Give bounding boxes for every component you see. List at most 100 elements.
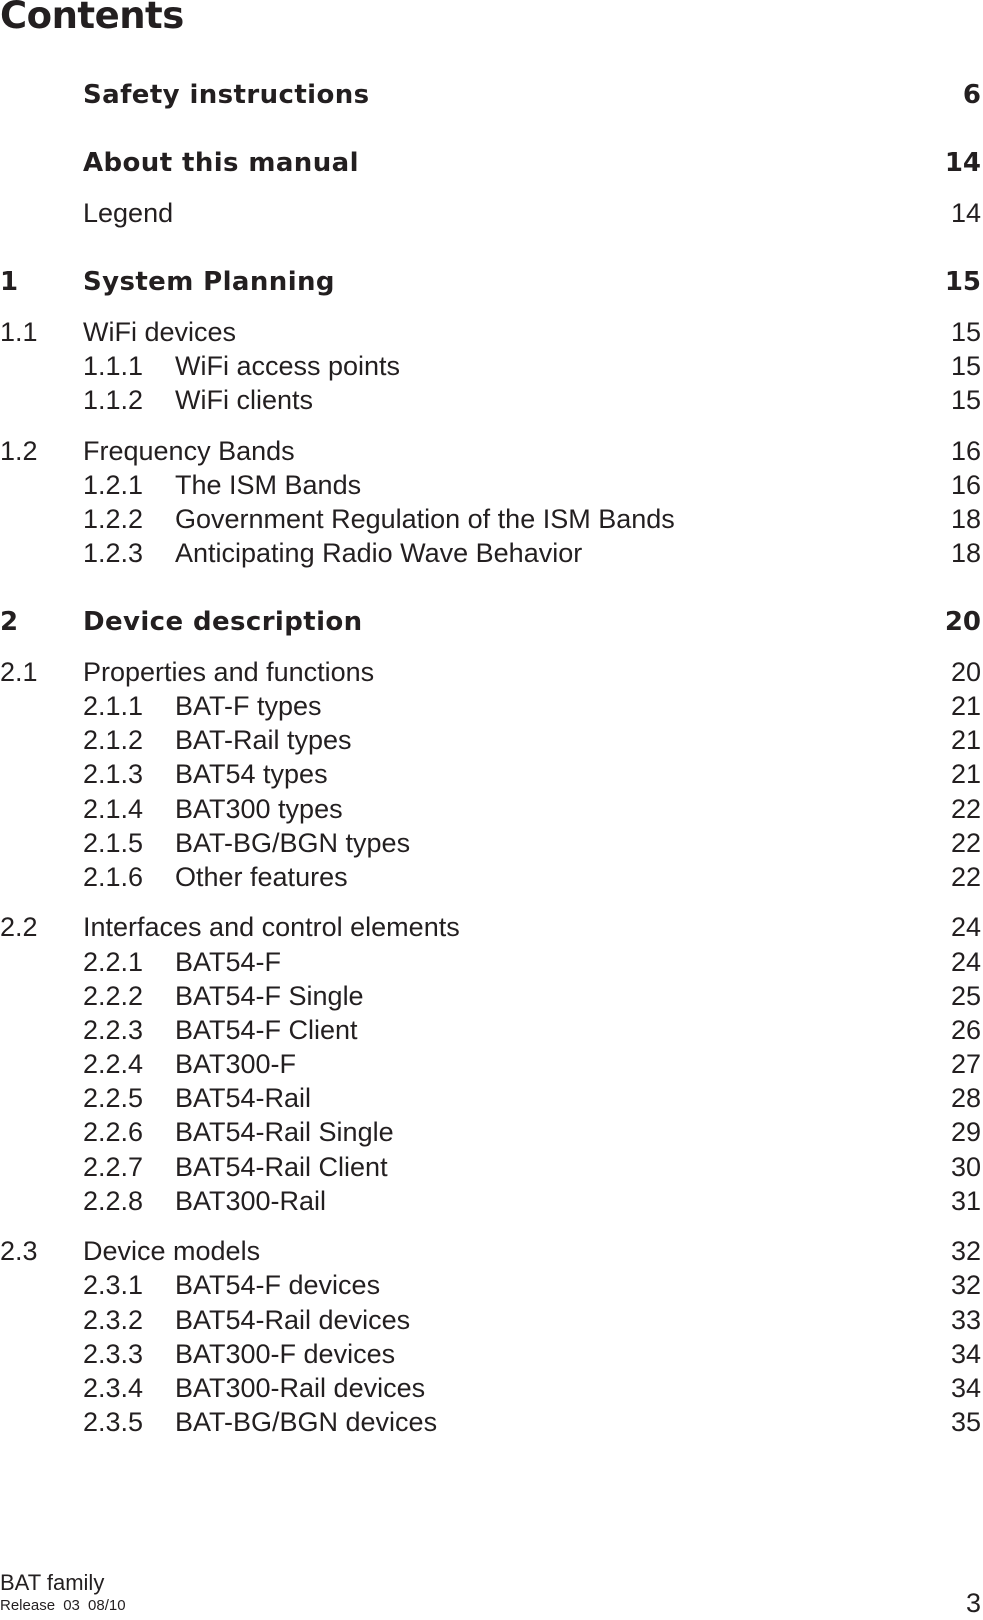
toc-entry[interactable]: 2.1.3 BAT54 types 21 [0,757,983,791]
toc-entry-title[interactable]: System Planning [83,265,335,299]
toc-entry-title[interactable]: WiFi clients [175,383,313,417]
toc-entry[interactable]: 2.1.4 BAT300 types 22 [0,792,983,826]
toc-entry-title[interactable]: Legend [83,196,173,230]
toc-entry[interactable]: 2.2.5 BAT54-Rail 28 [0,1081,983,1115]
toc-entry-page: 22 [950,794,981,824]
toc-entry[interactable]: 2.1.1 BAT-F types 21 [0,689,983,723]
toc-entry-title[interactable]: BAT300-F [175,1047,296,1081]
toc-entry-page: 20 [944,607,981,637]
toc-entry-number: 2.1.2 [83,725,144,755]
toc-entry-number: 2.2.1 [83,947,144,977]
toc-entry-title[interactable]: BAT300-Rail [175,1184,326,1218]
toc-entry-page: 32 [950,1270,981,1300]
toc-heading[interactable]: 1 System Planning 15 [0,265,983,299]
toc-entry-title[interactable]: BAT54-Rail devices [175,1303,410,1337]
toc-entry[interactable]: 2.2.6 BAT54-Rail Single 29 [0,1115,983,1149]
toc-entry[interactable]: 2.3.3 BAT300-F devices 34 [0,1337,983,1371]
toc-entry-title[interactable]: BAT300-F devices [175,1337,395,1371]
toc-entry-title[interactable]: WiFi devices [83,315,236,349]
toc-entry[interactable]: 2.3 Device models 32 [0,1234,983,1268]
toc-entry-title[interactable]: BAT54-Rail Client [175,1150,388,1184]
toc-entry[interactable]: 1.1.1 WiFi access points 15 [0,349,983,383]
toc-entry-title[interactable]: The ISM Bands [175,468,361,502]
toc-entry-title[interactable]: BAT-F types [175,689,322,723]
toc-heading[interactable]: Safety instructions 6 [0,78,983,112]
toc-entry[interactable]: 2.2.8 BAT300-Rail 31 [0,1184,983,1218]
toc-entry-page: 24 [950,947,981,977]
toc-entry-number: 2.2.4 [83,1049,144,1079]
toc-entry-title[interactable]: BAT54-Rail [175,1081,311,1115]
toc-entry[interactable]: Legend 14 [0,196,983,230]
toc-entry-title[interactable]: Interfaces and control elements [83,910,460,944]
toc-entry[interactable]: 2.3.2 BAT54-Rail devices 33 [0,1303,983,1337]
toc-entry-page: 34 [950,1339,981,1369]
toc-entry-title[interactable]: WiFi access points [175,349,400,383]
footer-page-number: 3 [965,1588,981,1618]
toc-entry-page: 16 [950,470,981,500]
toc-entry-title[interactable]: Government Regulation of the ISM Bands [175,502,675,536]
toc-entry-title[interactable]: BAT54-F Client [175,1013,358,1047]
toc-entry-page: 14 [950,198,981,228]
toc-entry-page: 35 [950,1407,981,1437]
toc-entry[interactable]: 2.2.1 BAT54-F 24 [0,945,983,979]
toc-heading[interactable]: About this manual 14 [0,146,983,180]
toc-entry-number: 2.3 [0,1236,38,1266]
toc-entry[interactable]: 1.1.2 WiFi clients 15 [0,383,983,417]
toc-entry[interactable]: 2.2.7 BAT54-Rail Client 30 [0,1150,983,1184]
toc-entry[interactable]: 1.1 WiFi devices 15 [0,315,983,349]
toc-entry-title[interactable]: BAT-Rail types [175,723,352,757]
toc-entry-number: 2.2.7 [83,1152,144,1182]
toc-entry-title[interactable]: BAT-BG/BGN types [175,826,410,860]
toc-entry[interactable]: 1.2.1 The ISM Bands 16 [0,468,983,502]
toc-entry-title[interactable]: Device description [83,605,363,639]
toc-entry[interactable]: 1.2 Frequency Bands 16 [0,434,983,468]
toc-entry-number: 1.2.1 [83,470,144,500]
toc-entry[interactable]: 2.3.5 BAT-BG/BGN devices 35 [0,1405,983,1439]
toc-entry-title[interactable]: BAT300 types [175,792,343,826]
toc-entry-number: 1.1.1 [83,351,144,381]
toc-entry-page: 26 [950,1015,981,1045]
toc-entry[interactable]: 2.1 Properties and functions 20 [0,655,983,689]
toc-entry-title[interactable]: Properties and functions [83,655,374,689]
toc-entry[interactable]: 1.2.3 Anticipating Radio Wave Behavior 18 [0,536,983,570]
toc-entry[interactable]: 2.2.2 BAT54-F Single 25 [0,979,983,1013]
footer-product-name: BAT family [0,1570,105,1595]
toc-entry-title[interactable]: BAT-BG/BGN devices [175,1405,437,1439]
toc-entry[interactable]: 2.2.3 BAT54-F Client 26 [0,1013,983,1047]
toc-entry-title[interactable]: BAT54-F [175,945,281,979]
toc-entry[interactable]: 2.1.6 Other features 22 [0,860,983,894]
toc-entry-title[interactable]: Device models [83,1234,260,1268]
toc-entry[interactable]: 2.2.4 BAT300-F 27 [0,1047,983,1081]
toc-entry-number: 2.3.5 [83,1407,144,1437]
toc-entry-title[interactable]: Other features [175,860,348,894]
toc-entry-number: 2.1.1 [83,691,144,721]
toc-entry-title[interactable]: BAT54-F Single [175,979,364,1013]
toc-entry-number: 2.2.5 [83,1083,144,1113]
toc-entry-title[interactable]: About this manual [83,146,359,180]
toc-entry-number: 2.1.5 [83,828,144,858]
toc-entry-title[interactable]: Safety instructions [83,78,370,112]
toc-entry[interactable]: 2.1.2 BAT-Rail types 21 [0,723,983,757]
toc-entry[interactable]: 2.3.1 BAT54-F devices 32 [0,1268,983,1302]
toc-entry-title[interactable]: Anticipating Radio Wave Behavior [175,536,582,570]
toc-entry[interactable]: 2.2 Interfaces and control elements 24 [0,910,983,944]
toc-entry-title[interactable]: BAT54 types [175,757,328,791]
toc-entry-page: 18 [950,538,981,568]
toc-entry[interactable]: 2.3.4 BAT300-Rail devices 34 [0,1371,983,1405]
page-title: Contents [0,0,184,37]
toc-entry-title[interactable]: BAT54-F devices [175,1268,380,1302]
toc-entry-number: 1.1.2 [83,385,144,415]
toc-entry-title[interactable]: BAT300-Rail devices [175,1371,425,1405]
toc-entry-title[interactable]: BAT54-Rail Single [175,1115,394,1149]
toc-entry-number: 2.3.2 [83,1305,144,1335]
toc-entry-page: 22 [950,828,981,858]
toc-heading[interactable]: 2 Device description 20 [0,605,983,639]
toc-entry[interactable]: 1.2.2 Government Regulation of the ISM Ba… [0,502,983,536]
toc-entry-page: 31 [950,1186,981,1216]
toc-entry-page: 15 [950,317,981,347]
toc-entry-number: 2.1.6 [83,862,144,892]
toc-entry[interactable]: 2.1.5 BAT-BG/BGN types 22 [0,826,983,860]
toc-entry-title[interactable]: Frequency Bands [83,434,295,468]
toc-entry-page: 15 [950,385,981,415]
toc-entry-page: 16 [950,436,981,466]
